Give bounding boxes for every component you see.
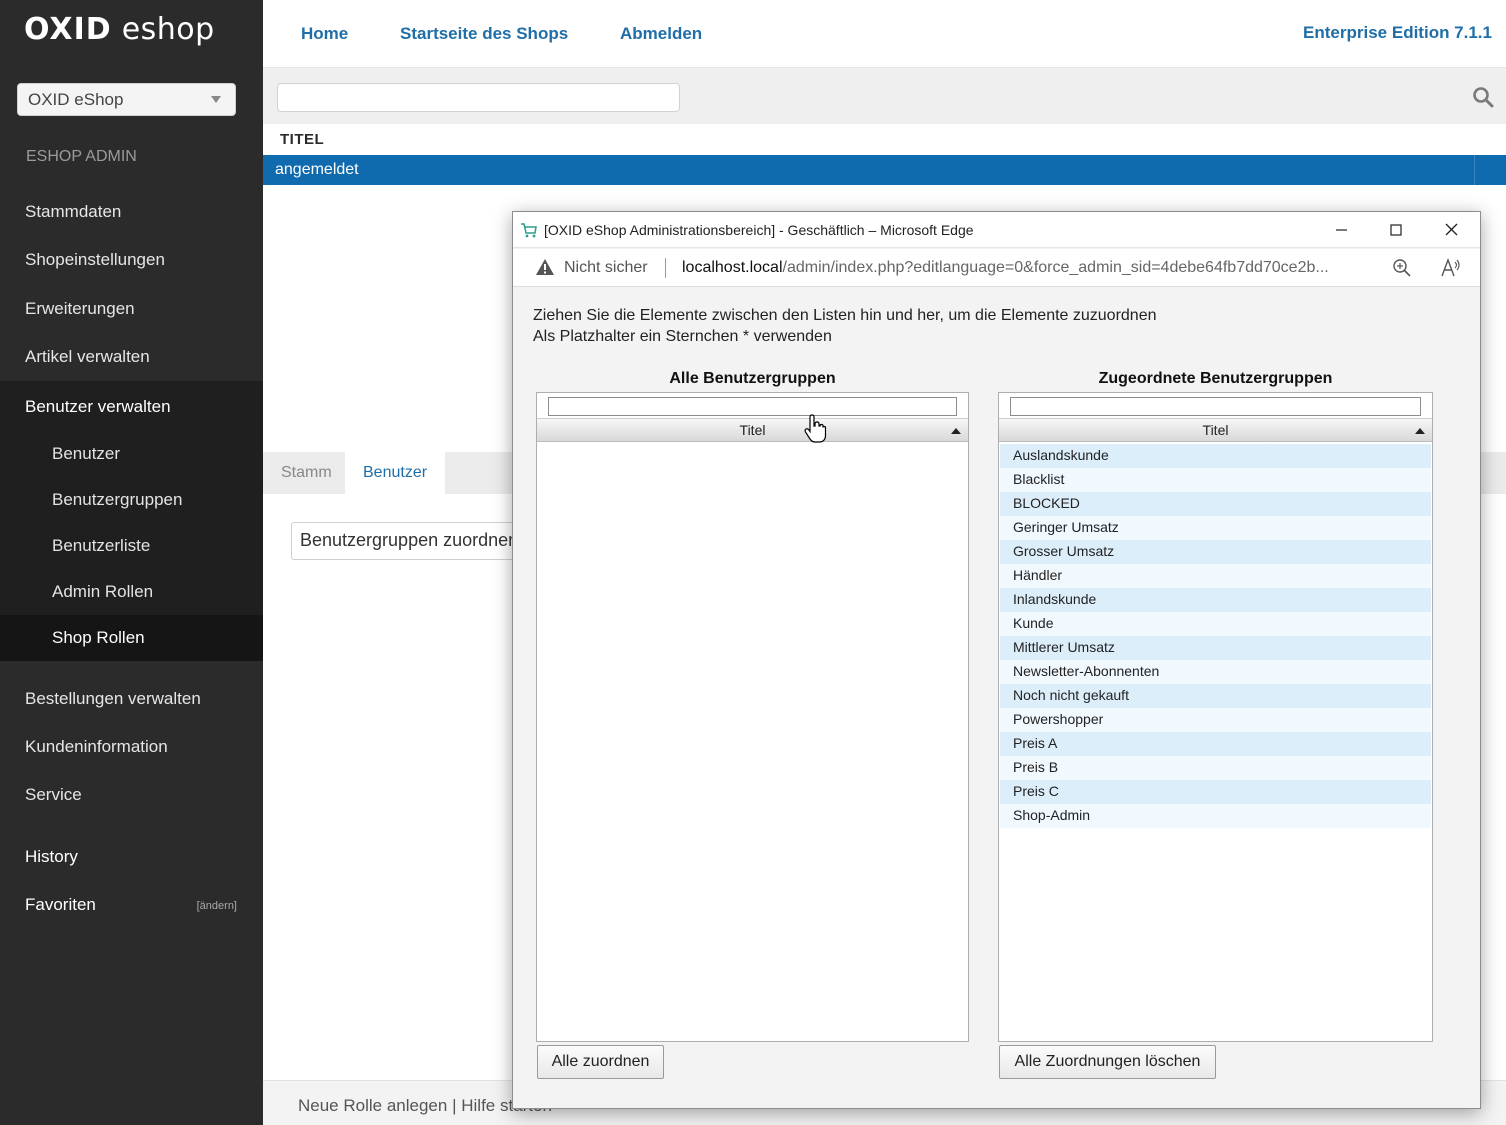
minimize-icon[interactable]: [1314, 212, 1368, 248]
url-path: /admin/index.php?editlanguage=0&force_ad…: [783, 259, 1329, 276]
nav-sub-shop-rollen[interactable]: Shop Rollen: [0, 615, 263, 661]
chevron-down-icon: [211, 96, 221, 103]
sort-ascending-icon: [951, 428, 961, 434]
shop-select[interactable]: OXID eShop: [17, 83, 236, 116]
list-item[interactable]: Preis A: [1000, 732, 1431, 756]
list-item[interactable]: Geringer Umsatz: [1000, 516, 1431, 540]
eshop-admin-label: ESHOP ADMIN: [26, 148, 137, 166]
zoom-in-icon[interactable]: [1392, 258, 1412, 278]
logout-link[interactable]: Abmelden: [620, 24, 702, 44]
all-groups-list[interactable]: Titel: [536, 392, 969, 1042]
new-role-link[interactable]: Neue Rolle anlegen: [298, 1096, 447, 1115]
not-secure-label[interactable]: Nicht sicher: [564, 259, 648, 277]
remove-all-assignments-button[interactable]: Alle Zuordnungen löschen: [999, 1045, 1216, 1079]
list-item[interactable]: Blacklist: [1000, 468, 1431, 492]
list-item[interactable]: Powershopper: [1000, 708, 1431, 732]
nav-sub-admin-rollen[interactable]: Admin Rollen: [0, 569, 263, 615]
list-item[interactable]: Shop-Admin: [1000, 804, 1431, 828]
list-item[interactable]: Newsletter-Abonnenten: [1000, 660, 1431, 684]
home-link[interactable]: Home: [301, 24, 348, 44]
assigned-groups-column-label: Titel: [1203, 422, 1229, 438]
assigned-groups-title: Zugeordnete Benutzergruppen: [998, 370, 1433, 388]
list-item[interactable]: Grosser Umsatz: [1000, 540, 1431, 564]
list-item[interactable]: Kunde: [1000, 612, 1431, 636]
list-item[interactable]: Auslandskunde: [1000, 444, 1431, 468]
cart-icon: [520, 221, 538, 239]
nav-sub-benutzerliste[interactable]: Benutzerliste: [0, 523, 263, 569]
nav-erweiterungen[interactable]: Erweiterungen: [0, 285, 263, 333]
all-groups-title: Alle Benutzergruppen: [536, 370, 969, 388]
list-item[interactable]: Noch nicht gekauft: [1000, 684, 1431, 708]
tab-benutzer[interactable]: Benutzer: [345, 452, 445, 494]
url-text[interactable]: localhost.local/admin/index.php?editlang…: [682, 259, 1329, 277]
shop-start-link[interactable]: Startseite des Shops: [400, 24, 568, 44]
search-icon[interactable]: [1472, 86, 1494, 108]
list-item[interactable]: Preis B: [1000, 756, 1431, 780]
close-icon[interactable]: [1425, 212, 1479, 248]
assign-all-button[interactable]: Alle zuordnen: [537, 1045, 664, 1079]
favorites-change-link[interactable]: [ändern]: [197, 900, 237, 912]
sidebar: OXID eshop OXID eShop ESHOP ADMIN Stammd…: [0, 0, 263, 1125]
hand-pointer-icon: [803, 414, 827, 444]
list-item[interactable]: Preis C: [1000, 780, 1431, 804]
assigned-groups-list[interactable]: Titel AuslandskundeBlacklistBLOCKEDGerin…: [998, 392, 1433, 1042]
nav-bestellungen-verwalten[interactable]: Bestellungen verwalten: [0, 675, 263, 723]
list-item[interactable]: Inlandskunde: [1000, 588, 1431, 612]
popup-title: [OXID eShop Administrationsbereich] - Ge…: [544, 222, 974, 238]
list-item[interactable]: Mittlerer Umsatz: [1000, 636, 1431, 660]
all-groups-column-header[interactable]: Titel: [537, 418, 968, 442]
search-input[interactable]: [277, 83, 680, 112]
list-column-header[interactable]: TITEL: [263, 124, 1506, 155]
top-navigation: Home Startseite des Shops Abmelden Enter…: [263, 0, 1506, 68]
wildcard-hint: Als Platzhalter ein Sternchen * verwende…: [533, 328, 832, 346]
nav-benutzer-verwalten[interactable]: Benutzer verwalten: [0, 383, 263, 431]
nav-sub-benutzergruppen[interactable]: Benutzergruppen: [0, 477, 263, 523]
assign-user-groups-button[interactable]: Benutzergruppen zuordnen: [291, 522, 521, 560]
nav-stammdaten[interactable]: Stammdaten: [0, 188, 263, 236]
nav-kundeninformation[interactable]: Kundeninformation: [0, 723, 263, 771]
list-row-title: angemeldet: [275, 161, 359, 178]
maximize-icon[interactable]: [1369, 212, 1423, 248]
instruction-text: Ziehen Sie die Elemente zwischen den Lis…: [533, 307, 1157, 325]
oxid-eshop-logo[interactable]: OXID eshop: [24, 12, 215, 47]
list-row-selected[interactable]: angemeldet: [263, 155, 1506, 185]
url-host: localhost.local: [682, 259, 783, 276]
tab-stamm[interactable]: Stamm: [263, 452, 350, 494]
nav-artikel-verwalten[interactable]: Artikel verwalten: [0, 333, 263, 381]
nav-service[interactable]: Service: [0, 771, 263, 819]
nav-history[interactable]: History: [0, 833, 263, 881]
list-item[interactable]: Händler: [1000, 564, 1431, 588]
list-item[interactable]: BLOCKED: [1000, 492, 1431, 516]
popup-body: Ziehen Sie die Elemente zwischen den Lis…: [513, 288, 1480, 1108]
assigned-groups-column-header[interactable]: Titel: [999, 418, 1432, 442]
all-groups-column-label: Titel: [740, 422, 766, 438]
delete-icon[interactable]: [1474, 155, 1506, 185]
edition-label: Enterprise Edition 7.1.1: [1303, 23, 1492, 43]
address-bar[interactable]: Nicht sicher localhost.local/admin/index…: [513, 249, 1480, 287]
popup-window: [OXID eShop Administrationsbereich] - Ge…: [512, 211, 1481, 1109]
shop-select-value: OXID eShop: [28, 90, 123, 109]
warning-icon[interactable]: [535, 258, 555, 276]
popup-titlebar[interactable]: [OXID eShop Administrationsbereich] - Ge…: [513, 212, 1480, 248]
nav-sub-benutzer[interactable]: Benutzer: [0, 431, 263, 477]
assigned-groups-filter-input[interactable]: [1010, 397, 1421, 416]
sort-ascending-icon: [1415, 428, 1425, 434]
address-separator: [665, 258, 666, 278]
search-bar: [263, 68, 1506, 124]
all-groups-filter-input[interactable]: [548, 397, 957, 416]
nav-shopeinstellungen[interactable]: Shopeinstellungen: [0, 236, 263, 284]
read-aloud-icon[interactable]: [1440, 257, 1462, 279]
footer-separator: |: [452, 1096, 456, 1115]
